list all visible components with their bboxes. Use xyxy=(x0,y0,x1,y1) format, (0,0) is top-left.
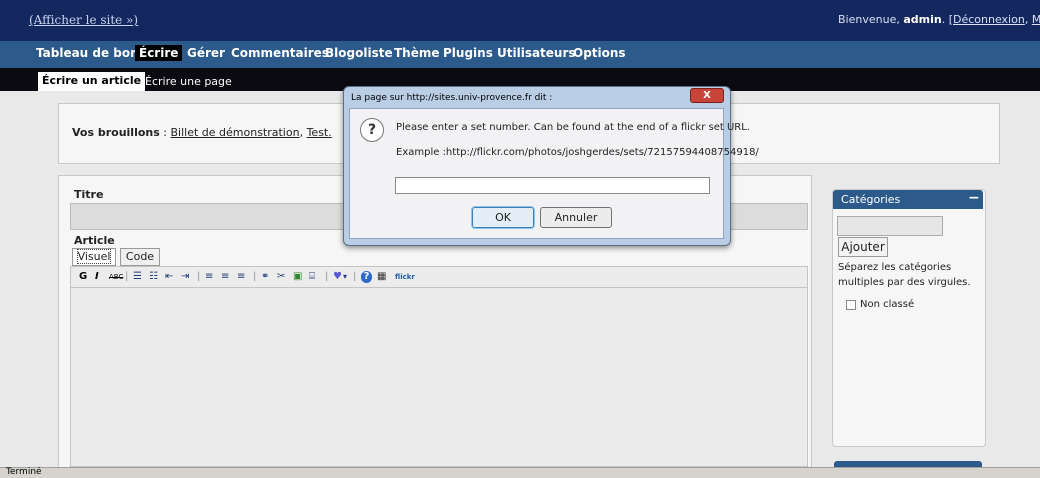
minimize-icon[interactable]: − xyxy=(968,190,980,206)
ok-button[interactable]: OK xyxy=(471,206,535,229)
tab-visual[interactable]: Visuel xyxy=(72,248,116,266)
view-site-text[interactable]: (Afficher le site ») xyxy=(29,13,138,27)
category-help-text: Séparez les catégories xyxy=(838,262,952,273)
cancel-button[interactable]: Annuler xyxy=(540,207,612,228)
welcome-prefix: Bienvenue, xyxy=(838,13,904,26)
spellcheck-icon[interactable]: ♥ xyxy=(333,271,342,283)
chevron-down-icon[interactable]: ▾ xyxy=(343,271,347,283)
menu-plugins[interactable]: Plugins xyxy=(443,46,493,60)
close-icon[interactable]: X xyxy=(690,88,724,103)
tab-code[interactable]: Code xyxy=(120,248,160,266)
logout-link[interactable]: Déconnexion xyxy=(953,13,1025,26)
italic-button[interactable]: I xyxy=(95,271,99,283)
editor-toolbar: G I ABC | ☰ ☷ ⇤ ⇥ | ≡ ≡ ≡ | ⚭ ✂ ▣ ⌸ | ♥ … xyxy=(70,266,808,288)
drafts-comma: , xyxy=(299,126,307,139)
keyboard-icon[interactable]: ▦ xyxy=(377,271,386,283)
new-category-input[interactable] xyxy=(837,216,943,236)
submenu-write-article[interactable]: Écrire un article xyxy=(38,72,146,91)
outdent-icon[interactable]: ⇤ xyxy=(165,271,173,283)
menu-comments[interactable]: Commentaires xyxy=(231,46,329,60)
toolbar-separator: | xyxy=(125,271,129,282)
menu-dashboard[interactable]: Tableau de bord xyxy=(36,46,145,60)
menu-blogroll[interactable]: Blogoliste xyxy=(325,46,393,60)
editor-content-area[interactable] xyxy=(70,288,808,467)
welcome-text: Bienvenue, admin. [Déconnexion, Mon prof… xyxy=(838,13,1040,26)
draft-link[interactable]: Billet de démonstration xyxy=(170,126,299,139)
dialog-title: La page sur http://sites.univ-provence.f… xyxy=(351,93,553,103)
bullet-list-icon[interactable]: ☰ xyxy=(133,271,142,283)
flickr-button[interactable]: flickr xyxy=(395,271,415,283)
question-icon: ? xyxy=(360,118,384,142)
welcome-sep: , xyxy=(1024,13,1032,26)
set-number-input[interactable] xyxy=(395,177,710,194)
toolbar-separator: | xyxy=(353,271,357,282)
category-checkbox[interactable] xyxy=(846,300,856,310)
category-label: Non classé xyxy=(860,299,915,310)
dialog-example: Example :http://flickr.com/photos/joshge… xyxy=(396,147,759,158)
draft-link[interactable]: Test. xyxy=(307,126,332,139)
drafts-label: Vos brouillons xyxy=(72,126,160,139)
username: admin xyxy=(903,13,942,26)
menu-write[interactable]: Écrire xyxy=(135,45,183,61)
link-icon[interactable]: ⚭ xyxy=(261,271,269,283)
toolbar-separator: | xyxy=(325,271,329,282)
strikethrough-button[interactable]: ABC xyxy=(109,271,123,283)
submenu-write-page[interactable]: Écrire une page xyxy=(145,75,232,88)
toolbar-separator: | xyxy=(253,271,257,282)
title-label: Titre xyxy=(74,188,104,201)
align-center-icon[interactable]: ≡ xyxy=(221,271,229,283)
add-category-button[interactable]: Ajouter xyxy=(838,237,888,257)
status-text: Terminé xyxy=(6,467,42,477)
browser-status-bar xyxy=(0,467,1040,478)
categories-title: Catégories xyxy=(841,193,901,206)
align-right-icon[interactable]: ≡ xyxy=(237,271,245,283)
menu-manage[interactable]: Gérer xyxy=(187,46,225,60)
article-label: Article xyxy=(74,234,115,247)
menu-options[interactable]: Options xyxy=(573,46,626,60)
drafts-line: Vos brouillons : Billet de démonstration… xyxy=(72,126,332,139)
bold-button[interactable]: G xyxy=(79,271,87,283)
unlink-icon[interactable]: ✂ xyxy=(277,271,285,283)
indent-icon[interactable]: ⇥ xyxy=(181,271,189,283)
menu-theme[interactable]: Thème xyxy=(394,46,440,60)
align-left-icon[interactable]: ≡ xyxy=(205,271,213,283)
menu-users[interactable]: Utilisateurs xyxy=(497,46,576,60)
more-icon[interactable]: ⌸ xyxy=(309,271,315,283)
drafts-colon: : xyxy=(159,126,171,139)
welcome-suffix: . [ xyxy=(941,13,953,26)
tab-visual-label: Visuel xyxy=(76,249,112,264)
dialog-message: Please enter a set number. Can be found … xyxy=(396,122,750,133)
main-menu: Tableau de bord Écrire Gérer Commentaire… xyxy=(0,41,1040,68)
help-icon[interactable]: ? xyxy=(361,271,372,283)
category-help-text: multiples par des virgules. xyxy=(838,277,971,288)
numbered-list-icon[interactable]: ☷ xyxy=(149,271,158,283)
view-site-link[interactable]: (Afficher le site ») xyxy=(29,13,138,27)
toolbar-separator: | xyxy=(197,271,201,282)
profile-link[interactable]: Mon profil xyxy=(1032,13,1040,26)
image-icon[interactable]: ▣ xyxy=(293,271,302,283)
